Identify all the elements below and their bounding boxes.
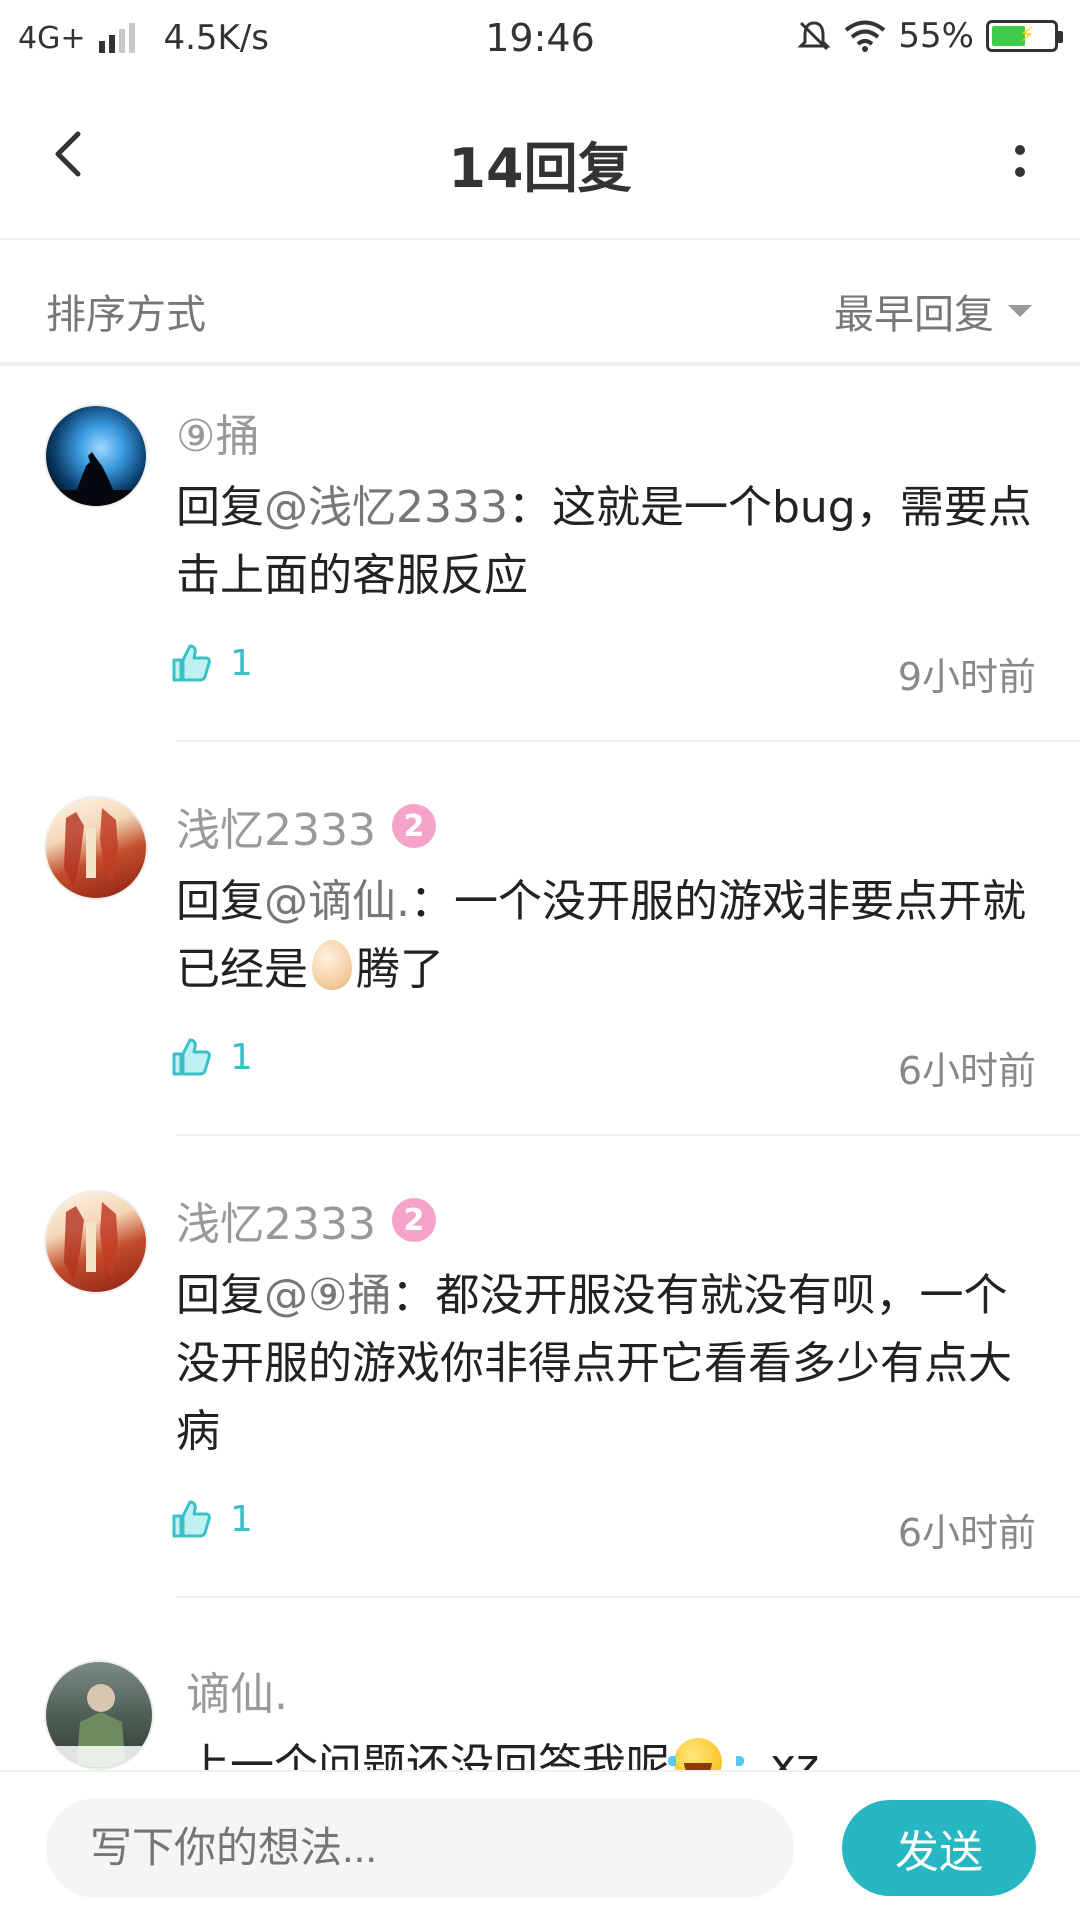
sort-row: 排序方式 最早回复 — [0, 242, 1080, 366]
commenter-name[interactable]: ⑨捅 — [176, 400, 1036, 464]
like-button[interactable]: 1 — [170, 642, 253, 684]
avatar[interactable] — [44, 1190, 148, 1294]
reply-list: ⑨捅 回复@浅忆2333：这就是一个bug，需要点击上面的客服反应 1 9小时前 — [0, 370, 1080, 1800]
mention-link[interactable]: @浅忆2333 — [264, 482, 508, 533]
sort-label: 排序方式 — [46, 292, 206, 338]
level-badge: 2 — [391, 1198, 436, 1242]
comment-text: 回复@谪仙.：一个没开服的游戏非要点开就已经是 腾了 — [176, 876, 1026, 995]
comment-text: 回复@浅忆2333：这就是一个bug，需要点击上面的客服反应 — [176, 482, 1032, 601]
comment-text: 回复@⑨捅：都没开服没有就没有呗，一个没开服的游戏你非得点开它看看多少有点大病 — [176, 1270, 1012, 1457]
like-icon — [172, 1500, 211, 1538]
mute-icon — [797, 21, 832, 51]
avatar[interactable] — [44, 796, 148, 900]
top-nav-bar: 14回复 — [0, 76, 1080, 240]
reply-input[interactable] — [46, 1798, 794, 1898]
list-item: 浅忆2333 2 回复@⑨捅：都没开服没有就没有呗，一个没开服的游戏你非得点开它… — [0, 1136, 1080, 1598]
send-button[interactable]: 发送 — [842, 1800, 1036, 1896]
sort-value: 最早回复 — [834, 292, 994, 338]
like-icon — [172, 644, 211, 682]
commenter-name[interactable]: 谪仙. — [186, 1658, 1036, 1722]
level-badge: 2 — [391, 804, 436, 848]
comment-time: 9小时前 — [897, 655, 1036, 699]
comment-meta: 1 6小时前 — [172, 1026, 1036, 1106]
like-icon — [172, 1038, 211, 1076]
battery-percent: 55% — [898, 16, 974, 56]
more-icon[interactable] — [1000, 131, 1040, 191]
sort-dropdown[interactable]: 最早回复 — [834, 282, 1032, 340]
like-count: 1 — [230, 1498, 253, 1540]
comment-meta: 1 6小时前 — [172, 1488, 1036, 1568]
like-button[interactable]: 1 — [170, 1036, 253, 1078]
mention-link[interactable]: @⑨捅 — [264, 1270, 391, 1321]
list-item: ⑨捅 回复@浅忆2333：这就是一个bug，需要点击上面的客服反应 1 9小时前 — [0, 370, 1080, 742]
comment-time: 6小时前 — [897, 1049, 1036, 1093]
comment-time: 6小时前 — [897, 1511, 1036, 1555]
egg-emoji — [312, 940, 352, 990]
commenter-name[interactable]: 浅忆2333 2 — [176, 794, 1036, 858]
comment-replies-screen: 4G+ 4.5K/s 19:46 55% ⚡ 14回复 排序方式 最早回复 ⑨捅… — [0, 0, 1080, 1920]
mention-link[interactable]: @谪仙. — [264, 876, 410, 927]
commenter-name[interactable]: 浅忆2333 2 — [176, 1188, 1036, 1252]
list-item: 浅忆2333 2 回复@谪仙.：一个没开服的游戏非要点开就已经是 腾了 1 6小时… — [0, 742, 1080, 1136]
like-count: 1 — [230, 1036, 253, 1078]
like-count: 1 — [230, 642, 253, 684]
avatar[interactable] — [44, 1660, 154, 1770]
caret-down-icon — [1008, 305, 1032, 317]
avatar[interactable] — [44, 404, 148, 508]
battery-icon: ⚡ — [986, 20, 1063, 52]
comment-meta: 1 9小时前 — [172, 632, 1036, 712]
wifi-icon — [845, 20, 886, 52]
status-bar: 4G+ 4.5K/s 19:46 55% ⚡ — [0, 0, 1080, 76]
like-button[interactable]: 1 — [170, 1498, 253, 1540]
page-title: 14回复 — [448, 137, 632, 200]
reply-input-bar: 发送 — [0, 1770, 1080, 1920]
